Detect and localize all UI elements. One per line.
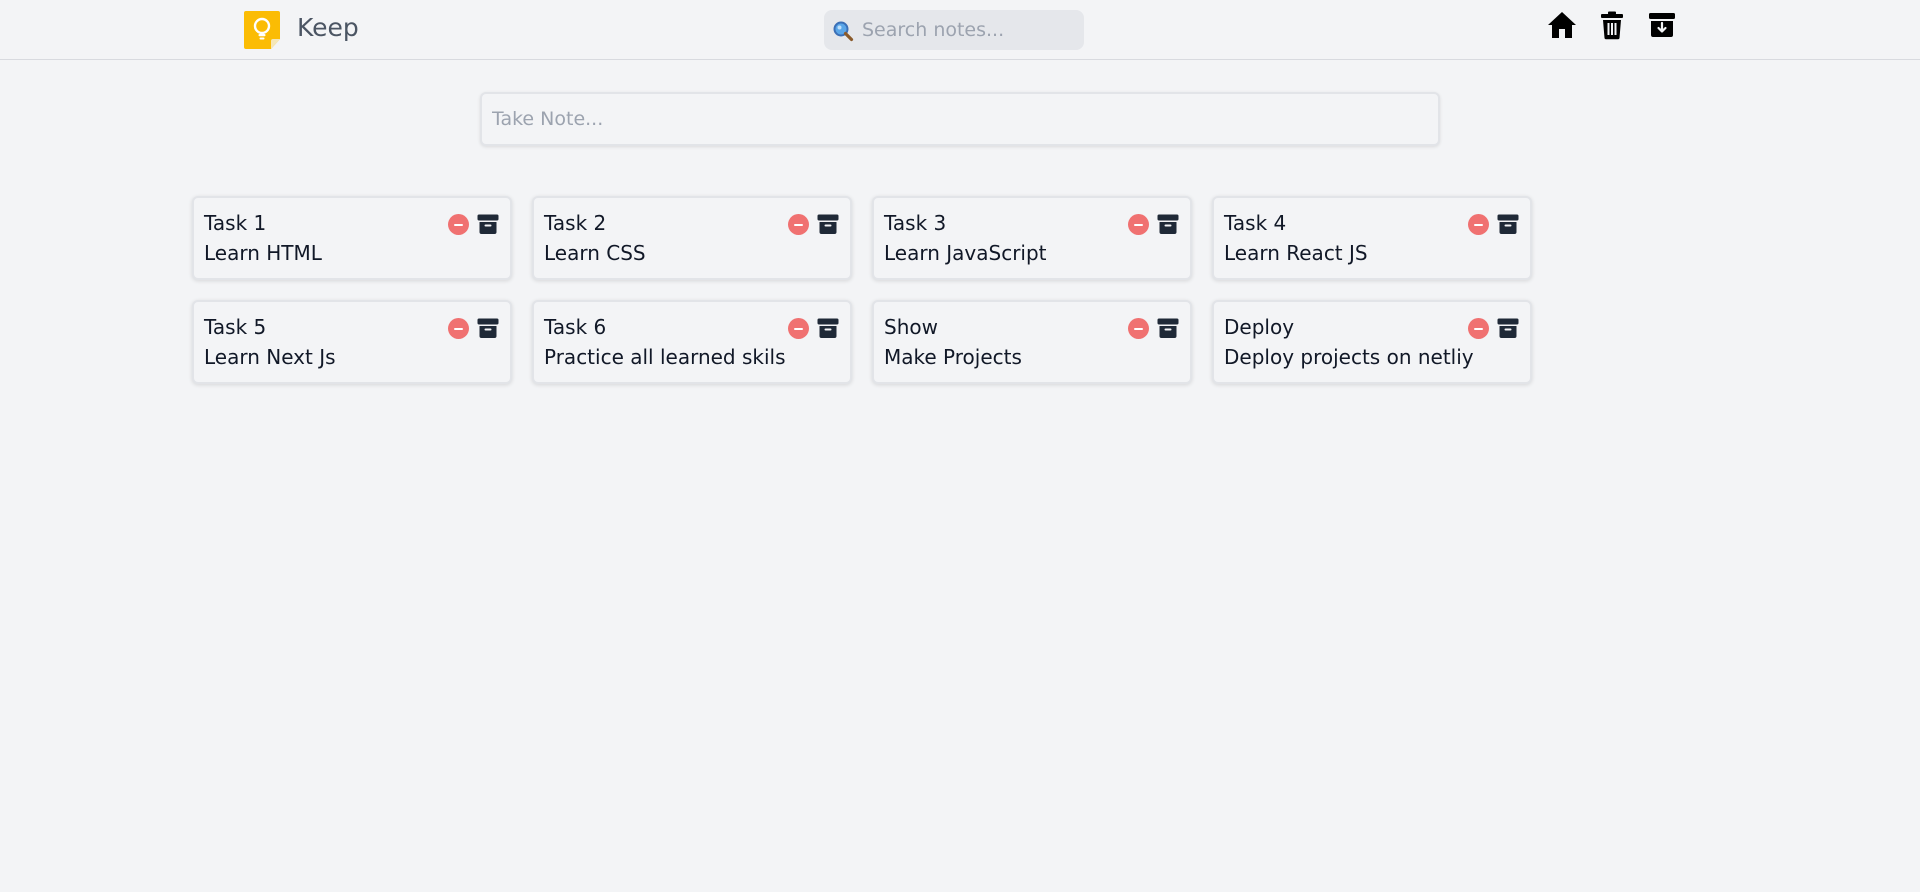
note-body: Practice all learned skils bbox=[544, 345, 786, 369]
delete-note-button[interactable] bbox=[1468, 214, 1489, 235]
note-card[interactable]: Task 1 Learn HTML bbox=[192, 196, 512, 280]
note-title: Task 4 bbox=[1224, 211, 1287, 235]
note-title: Task 5 bbox=[204, 315, 267, 339]
delete-note-button[interactable] bbox=[448, 318, 469, 339]
take-note-input[interactable] bbox=[480, 92, 1440, 146]
note-title: Task 6 bbox=[544, 315, 607, 339]
note-body: Learn CSS bbox=[544, 241, 646, 265]
archive-note-icon[interactable] bbox=[816, 316, 840, 340]
home-icon[interactable] bbox=[1547, 10, 1577, 40]
note-card[interactable]: Task 6 Practice all learned skils bbox=[532, 300, 852, 384]
note-title: Show bbox=[884, 315, 938, 339]
delete-note-button[interactable] bbox=[1128, 214, 1149, 235]
archive-icon[interactable] bbox=[1647, 10, 1677, 40]
search-input[interactable] bbox=[862, 10, 1077, 50]
note-body: Deploy projects on netliy bbox=[1224, 345, 1474, 369]
search-icon bbox=[833, 21, 854, 42]
note-title: Task 3 bbox=[884, 211, 947, 235]
note-card[interactable]: Task 4 Learn React JS bbox=[1212, 196, 1532, 280]
note-card[interactable]: Task 5 Learn Next Js bbox=[192, 300, 512, 384]
delete-note-button[interactable] bbox=[788, 318, 809, 339]
note-title: Deploy bbox=[1224, 315, 1295, 339]
notes-grid: Task 1 Learn HTML Task 2 Learn CSS Task … bbox=[192, 196, 1532, 384]
note-body: Learn Next Js bbox=[204, 345, 336, 369]
delete-note-button[interactable] bbox=[1468, 318, 1489, 339]
archive-note-icon[interactable] bbox=[476, 316, 500, 340]
trash-icon[interactable] bbox=[1597, 10, 1627, 40]
archive-note-icon[interactable] bbox=[816, 212, 840, 236]
search-bar[interactable] bbox=[824, 10, 1084, 50]
archive-note-icon[interactable] bbox=[1156, 316, 1180, 340]
delete-note-button[interactable] bbox=[788, 214, 809, 235]
note-title: Task 1 bbox=[204, 211, 267, 235]
keep-logo-icon bbox=[244, 11, 280, 49]
note-card[interactable]: Task 2 Learn CSS bbox=[532, 196, 852, 280]
note-card[interactable]: Show Make Projects bbox=[872, 300, 1192, 384]
note-body: Learn React JS bbox=[1224, 241, 1368, 265]
archive-note-icon[interactable] bbox=[1156, 212, 1180, 236]
note-card[interactable]: Deploy Deploy projects on netliy bbox=[1212, 300, 1532, 384]
note-body: Make Projects bbox=[884, 345, 1022, 369]
note-title: Task 2 bbox=[544, 211, 607, 235]
delete-note-button[interactable] bbox=[1128, 318, 1149, 339]
delete-note-button[interactable] bbox=[448, 214, 469, 235]
archive-note-icon[interactable] bbox=[1496, 316, 1520, 340]
archive-note-icon[interactable] bbox=[1496, 212, 1520, 236]
note-body: Learn HTML bbox=[204, 241, 322, 265]
note-body: Learn JavaScript bbox=[884, 241, 1047, 265]
archive-note-icon[interactable] bbox=[476, 212, 500, 236]
top-bar: Keep bbox=[0, 0, 1920, 60]
note-card[interactable]: Task 3 Learn JavaScript bbox=[872, 196, 1192, 280]
brand-name: Keep bbox=[297, 13, 359, 42]
